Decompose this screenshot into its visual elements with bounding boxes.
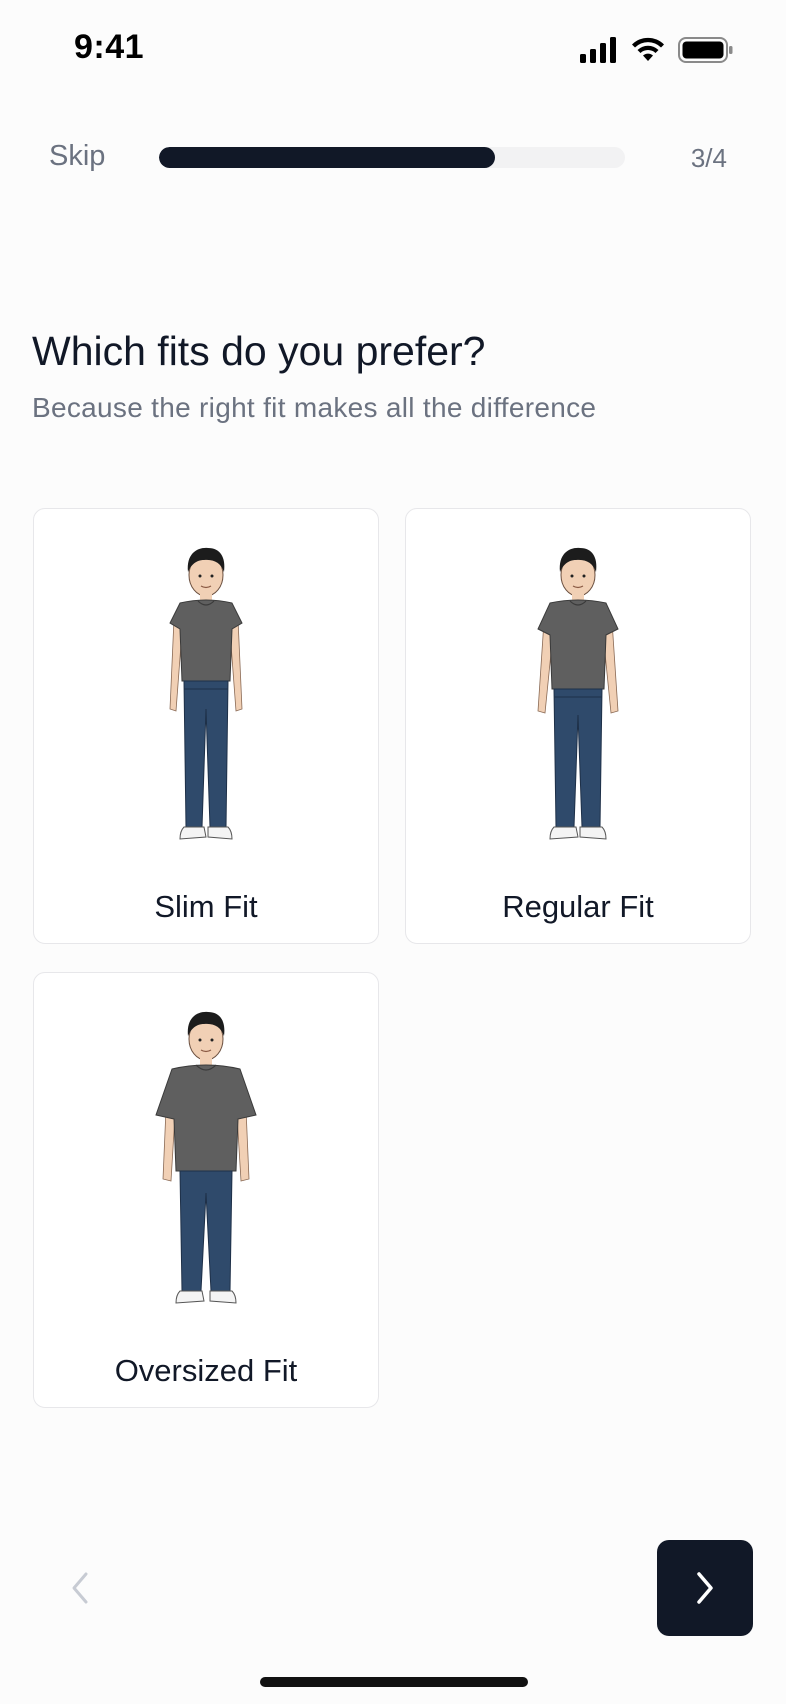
wifi-icon [632, 37, 664, 61]
option-label: Oversized Fit [114, 1353, 298, 1388]
option-label: Regular Fit [502, 889, 654, 924]
step-counter: 3/4 [690, 143, 727, 173]
option-label: Slim Fit [154, 889, 258, 924]
progress-bar-fill [159, 147, 495, 168]
status-icons [580, 36, 734, 64]
option-card-oversized-fit[interactable]: Oversized Fit [33, 972, 379, 1408]
status-time: 9:41 [74, 28, 145, 66]
page-title: Which fits do you prefer? [32, 328, 486, 374]
progress-bar [159, 147, 625, 168]
battery-icon [678, 37, 733, 63]
chevron-left-icon [72, 1572, 88, 1604]
skip-button[interactable]: Skip [49, 140, 105, 173]
option-card-slim-fit[interactable]: Slim Fit [33, 508, 379, 944]
oversized-fit-figure-icon [155, 1011, 257, 1304]
chevron-right-icon [697, 1572, 713, 1604]
back-button[interactable] [58, 1566, 102, 1610]
page-subtitle: Because the right fit makes all the diff… [32, 392, 597, 423]
regular-fit-figure-icon [537, 547, 619, 840]
cellular-signal-icon [580, 37, 616, 63]
home-indicator [260, 1677, 528, 1687]
next-button[interactable] [657, 1540, 753, 1636]
slim-fit-figure-icon [169, 547, 243, 840]
option-card-regular-fit[interactable]: Regular Fit [405, 508, 751, 944]
